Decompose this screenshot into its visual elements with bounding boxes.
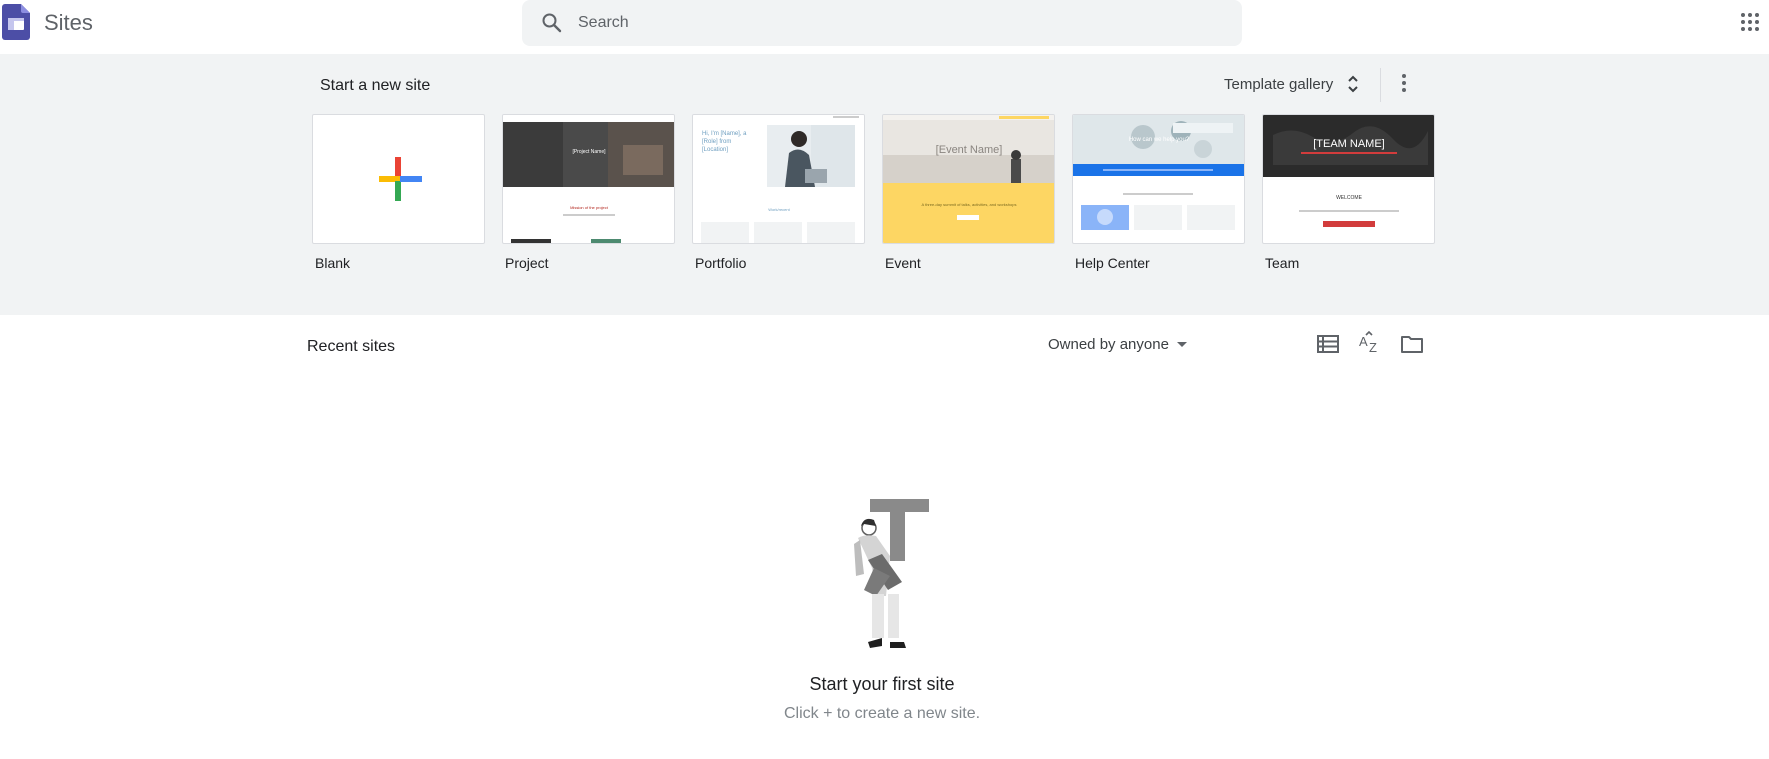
toolbar-divider — [1380, 68, 1381, 102]
arrow-drop-down-icon — [1176, 341, 1187, 347]
template-team[interactable]: [TEAM NAME] WELCOME Team — [1262, 114, 1435, 271]
template-thumbnail: [TEAM NAME] WELCOME — [1262, 114, 1435, 244]
svg-text:Z: Z — [1369, 340, 1377, 355]
search-bar[interactable] — [522, 0, 1242, 46]
svg-text:How can we help you?: How can we help you? — [1129, 137, 1190, 143]
project-preview: [Project Name] Mission of the project — [503, 115, 674, 243]
empty-state-title: Start your first site — [809, 674, 955, 694]
template-portfolio[interactable]: Hi, I'm [Name], a [Role] from [Location]… — [692, 114, 865, 271]
more-vert-icon[interactable] — [1392, 71, 1416, 95]
start-new-site-label: Start a new site — [320, 77, 431, 94]
svg-text:[TEAM NAME]: [TEAM NAME] — [1313, 138, 1385, 150]
svg-text:[Location]: [Location] — [702, 147, 728, 153]
template-thumbnail: [Event Name] A three-day summit of talks… — [882, 114, 1055, 244]
app-title: Sites — [44, 10, 93, 35]
owner-filter-dropdown[interactable]: Owned by anyone — [1040, 330, 1195, 358]
template-thumbnail — [312, 114, 485, 244]
search-input[interactable] — [578, 8, 1218, 38]
svg-text:Hi, I'm [Name], a: Hi, I'm [Name], a — [702, 131, 747, 137]
template-gallery-label: Template gallery — [1224, 75, 1334, 93]
svg-text:WELCOME: WELCOME — [1336, 195, 1363, 201]
template-label: Portfolio — [695, 255, 747, 271]
svg-text:A three-day summit of talks, a: A three-day summit of talks, activities,… — [922, 202, 1017, 207]
template-label: Project — [505, 255, 549, 271]
template-project[interactable]: [Project Name] Mission of the project Pr… — [502, 114, 675, 271]
portfolio-preview: Hi, I'm [Name], a [Role] from [Location]… — [693, 115, 864, 243]
unfold-more-icon — [1348, 75, 1358, 93]
template-blank[interactable]: Blank — [312, 114, 485, 271]
template-label: Team — [1265, 255, 1300, 271]
template-label: Event — [885, 255, 921, 271]
empty-state-illustration — [854, 499, 929, 648]
template-event[interactable]: [Event Name] A three-day summit of talks… — [882, 114, 1055, 271]
empty-state-subtitle: Click + to create a new site. — [783, 705, 981, 722]
template-help-center[interactable]: How can we help you? Help Center — [1072, 114, 1245, 271]
template-label: Blank — [315, 255, 351, 271]
sites-logo-icon[interactable] — [2, 4, 30, 40]
owner-filter-label: Owned by anyone — [1048, 335, 1169, 353]
team-preview: [TEAM NAME] WELCOME — [1263, 115, 1434, 227]
svg-text:[Role] from: [Role] from — [702, 139, 731, 145]
event-preview: [Event Name] A three-day summit of talks… — [883, 115, 1054, 243]
template-label: Help Center — [1075, 255, 1150, 271]
template-gallery-toggle[interactable]: Template gallery — [1214, 64, 1373, 104]
top-app-bar: Sites — [0, 0, 1769, 54]
google-plus-icon — [379, 157, 422, 201]
recent-sites-title: Recent sites — [307, 338, 396, 355]
svg-text:Mission of the project: Mission of the project — [570, 205, 609, 210]
template-section: Start a new site Template gallery Blank — [0, 54, 1769, 315]
svg-text:[Event Name]: [Event Name] — [936, 144, 1003, 156]
template-thumbnail: [Project Name] Mission of the project — [502, 114, 675, 244]
svg-text:A: A — [1359, 334, 1368, 349]
helpcenter-preview: How can we help you? — [1073, 115, 1244, 230]
sort-az-icon[interactable]: A Z — [1357, 331, 1383, 357]
template-thumbnail: Hi, I'm [Name], a [Role] from [Location]… — [692, 114, 865, 244]
folder-icon[interactable] — [1399, 331, 1425, 357]
svg-text:Work/recent: Work/recent — [768, 207, 790, 212]
template-thumbnail: How can we help you? — [1072, 114, 1245, 244]
apps-grid-icon[interactable] — [1738, 10, 1762, 34]
search-icon[interactable] — [540, 11, 564, 35]
list-view-icon[interactable] — [1315, 331, 1341, 357]
svg-text:[Project Name]: [Project Name] — [572, 149, 606, 155]
